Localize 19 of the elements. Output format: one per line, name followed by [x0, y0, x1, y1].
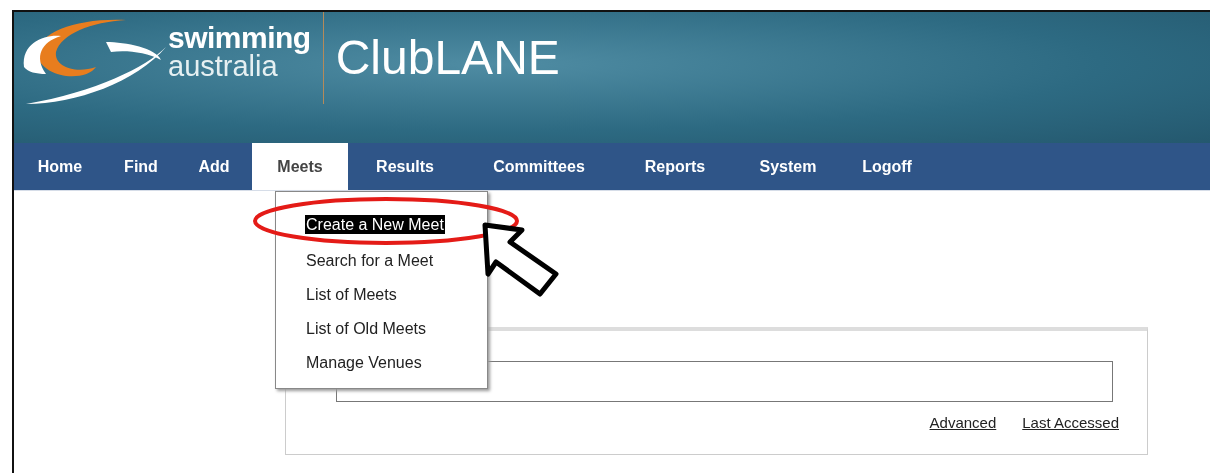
nav-tab[interactable]: Meets — [252, 143, 348, 190]
menu-item[interactable]: Search for a Meet — [305, 251, 435, 270]
logo-wordmark: australia — [168, 52, 278, 81]
menu-item[interactable]: Manage Venues — [305, 353, 423, 372]
menu-item[interactable]: List of Meets — [305, 285, 398, 304]
nav-tab[interactable]: Logoff — [842, 143, 932, 190]
nav-tab[interactable]: Results — [348, 143, 462, 190]
search-link[interactable]: Advanced — [929, 414, 997, 431]
nav-tab[interactable]: System — [734, 143, 842, 190]
search-link[interactable]: Last Accessed — [1022, 414, 1119, 431]
menu-item[interactable]: List of Old Meets — [305, 319, 428, 338]
nav-tab[interactable]: Reports — [616, 143, 734, 190]
nav-tab[interactable]: Add — [176, 143, 252, 190]
logo-wordmark: swimming — [168, 24, 311, 53]
nav-tab[interactable]: Find — [106, 143, 176, 190]
nav-tab[interactable]: Committees — [462, 143, 616, 190]
app-title: ClubLANE — [335, 30, 560, 85]
nav-tab[interactable]: Home — [14, 143, 106, 190]
menu-item[interactable]: Create a New Meet — [305, 215, 445, 234]
